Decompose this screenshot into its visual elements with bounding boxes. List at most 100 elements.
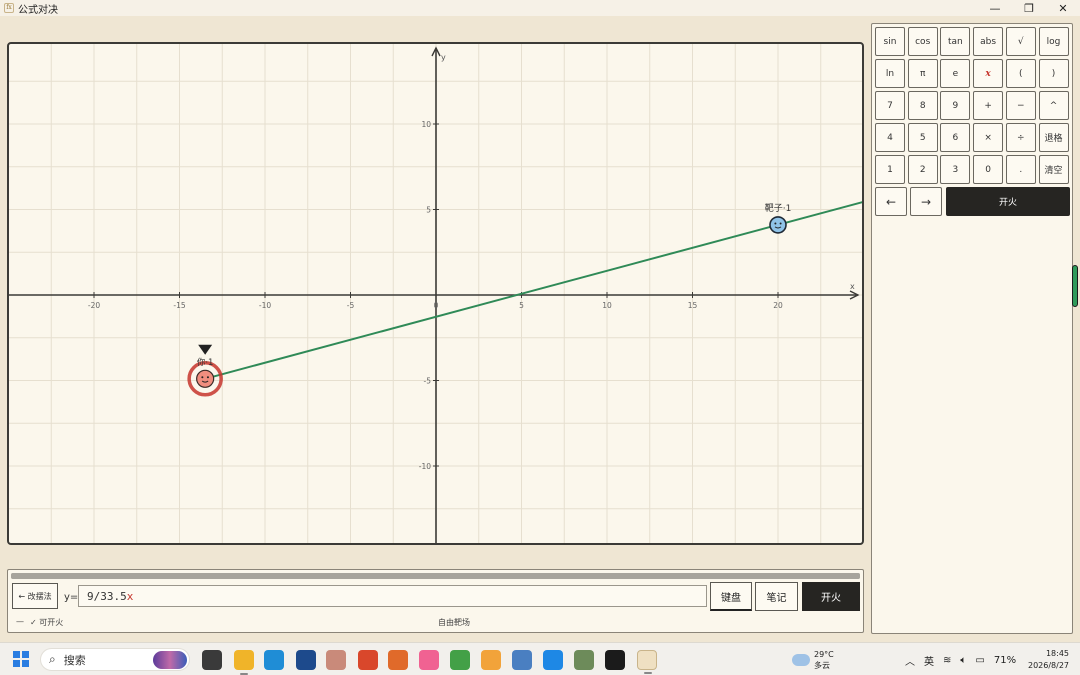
taskbar-app-devtools-icon[interactable] (296, 650, 316, 670)
taskbar-app-formula-duel-icon[interactable] (637, 650, 657, 674)
key-9[interactable]: 9 (940, 91, 971, 120)
battery-percent: 71% (993, 655, 1017, 666)
y-axis-label: y (441, 53, 446, 62)
formula-variable: x (126, 590, 134, 603)
key-sqrt[interactable]: √ (1005, 27, 1036, 56)
key-clear[interactable]: 清空 (1038, 155, 1069, 184)
clock[interactable]: 18:45 2026/8/27 (1028, 648, 1069, 672)
key-8[interactable]: 8 (907, 91, 938, 120)
key-x-var[interactable]: x (973, 59, 1004, 88)
progress-track (11, 573, 860, 579)
system-tray: ︿ 英 ≋ 🔈︎ ▭ 71% (905, 653, 1016, 668)
taskbar-app-vscode-icon[interactable] (543, 650, 563, 670)
player-label: 你·1 (197, 357, 214, 368)
keyboard-tab-button[interactable]: 键盘 (710, 582, 752, 611)
fire-button[interactable]: 开火 (802, 582, 860, 611)
scrollbar-thumb[interactable] (1072, 265, 1078, 307)
taskbar-app-avatar-app-icon[interactable] (326, 650, 346, 670)
wifi-icon[interactable]: ≋ (943, 655, 951, 666)
key-2[interactable]: 2 (907, 155, 938, 184)
key-abs[interactable]: abs (973, 27, 1004, 56)
taskbar-app-edge-icon[interactable] (264, 650, 284, 670)
key-5[interactable]: 5 (907, 123, 938, 152)
windows-start-icon[interactable] (13, 651, 29, 667)
taskbar-app-app-orange-icon[interactable] (388, 650, 408, 670)
clock-time: 18:45 (1045, 649, 1070, 658)
key-minus[interactable]: − (1005, 91, 1036, 120)
minimize-button[interactable]: — (978, 0, 1012, 16)
key-4[interactable]: 4 (875, 123, 905, 152)
key-e[interactable]: e (940, 59, 971, 88)
taskbar-app-app-yellow-icon[interactable] (481, 650, 501, 670)
taskbar: ⌕ 搜索 29°C 多云 ︿ 英 ≋ 🔈︎ ▭ 71% 18:45 2026/8… (0, 642, 1080, 675)
key-power[interactable]: ^ (1038, 91, 1069, 120)
speaker-icon[interactable]: 🔈︎ (960, 655, 966, 666)
close-button[interactable]: ✕ (1046, 0, 1080, 16)
x-tick-label: 0 (434, 301, 439, 310)
keypad-panel: sin cos tan abs √ log ln π e x() 7 8 9 + − ^ 4 5 6 × ÷ 退格 1 2 3 0… (871, 23, 1073, 634)
x-tick-label: 5 (519, 301, 524, 310)
battery-icon[interactable]: ▭ (975, 655, 984, 666)
keypad-fire-button[interactable]: 开火 (946, 187, 1070, 216)
y-tick-label: -5 (424, 377, 432, 386)
x-tick-label: -10 (259, 301, 271, 310)
graph-canvas[interactable]: x y -20 -15 -10 -5 0 5 10 15 20 -10 -5 5 10 你·1 靶子·1 (9, 44, 862, 543)
taskbar-app-bilibili-icon[interactable] (419, 650, 439, 670)
y-tick-label: 10 (421, 120, 431, 129)
weather-widget[interactable]: 29°C 多云 (792, 649, 834, 671)
x-axis-label: x (850, 282, 855, 291)
notes-tab-button[interactable]: 笔记 (755, 582, 798, 611)
graph-panel[interactable]: x y -20 -15 -10 -5 0 5 10 15 20 -10 -5 5 10 你·1 靶子·1 (7, 42, 864, 545)
x-tick-label: -15 (173, 301, 185, 310)
change-position-button[interactable]: ← 改摆法 (12, 583, 58, 609)
key-0[interactable]: 0 (973, 155, 1004, 184)
search-highlight-image (153, 651, 187, 669)
y-tick-label: -10 (419, 462, 431, 471)
window-controls: — ❐ ✕ (978, 0, 1080, 16)
taskbar-app-foxit-icon[interactable] (358, 650, 378, 670)
key-divide[interactable]: ÷ (1005, 123, 1036, 152)
key-plus[interactable]: + (973, 91, 1004, 120)
key-1[interactable]: 1 (875, 155, 905, 184)
key-cursor-left[interactable]: ← (875, 187, 907, 216)
key-paren-close[interactable]: ) (1038, 59, 1069, 88)
key-6[interactable]: 6 (940, 123, 971, 152)
key-cursor-right[interactable]: → (910, 187, 942, 216)
weather-temp: 29°C (814, 650, 834, 659)
key-pi[interactable]: π (907, 59, 938, 88)
formula-input[interactable]: 9/33.5x (78, 585, 707, 607)
taskbar-app-typora-icon[interactable] (605, 650, 625, 670)
key-paren-open[interactable]: ( (1005, 59, 1036, 88)
key-decimal[interactable]: . (1005, 155, 1036, 184)
key-tan[interactable]: tan (940, 27, 971, 56)
search-placeholder: 搜索 (63, 653, 86, 667)
key-times[interactable]: × (973, 123, 1004, 152)
taskbar-app-file-explorer-icon[interactable] (234, 650, 254, 675)
target-eye-left (774, 222, 777, 225)
title-bar: fx 公式对决 — ❐ ✕ (0, 0, 1080, 16)
chevron-up-icon[interactable]: ︿ (905, 653, 915, 668)
cloud-icon (792, 654, 810, 666)
restore-button[interactable]: ❐ (1012, 0, 1046, 16)
taskbar-app-app-gear-icon[interactable] (512, 650, 532, 670)
player-eye-left (201, 376, 204, 379)
key-log[interactable]: log (1038, 27, 1069, 56)
key-3[interactable]: 3 (940, 155, 971, 184)
ime-indicator[interactable]: 英 (924, 653, 934, 668)
formula-input-panel: ← 改摆法 y= 9/33.5x 键盘 笔记 开火 — ✓ 可开火 自由靶场 (7, 569, 864, 633)
key-backspace[interactable]: 退格 (1038, 123, 1069, 152)
key-cos[interactable]: cos (907, 27, 938, 56)
app-icon: fx (4, 3, 14, 13)
key-7[interactable]: 7 (875, 91, 905, 120)
taskbar-app-app-tree-icon[interactable] (574, 650, 594, 670)
taskbar-app-app-green-icon[interactable] (450, 650, 470, 670)
y-tick-label: 5 (426, 206, 431, 215)
taskbar-app-task-view-icon[interactable] (202, 650, 222, 670)
x-tick-label: 20 (773, 301, 783, 310)
key-ln[interactable]: ln (875, 59, 905, 88)
taskbar-search[interactable]: ⌕ 搜索 (40, 648, 190, 671)
current-turn-marker (198, 344, 213, 355)
trajectory-line (204, 201, 862, 380)
target-eye-right (779, 222, 782, 225)
key-sin[interactable]: sin (875, 27, 905, 56)
